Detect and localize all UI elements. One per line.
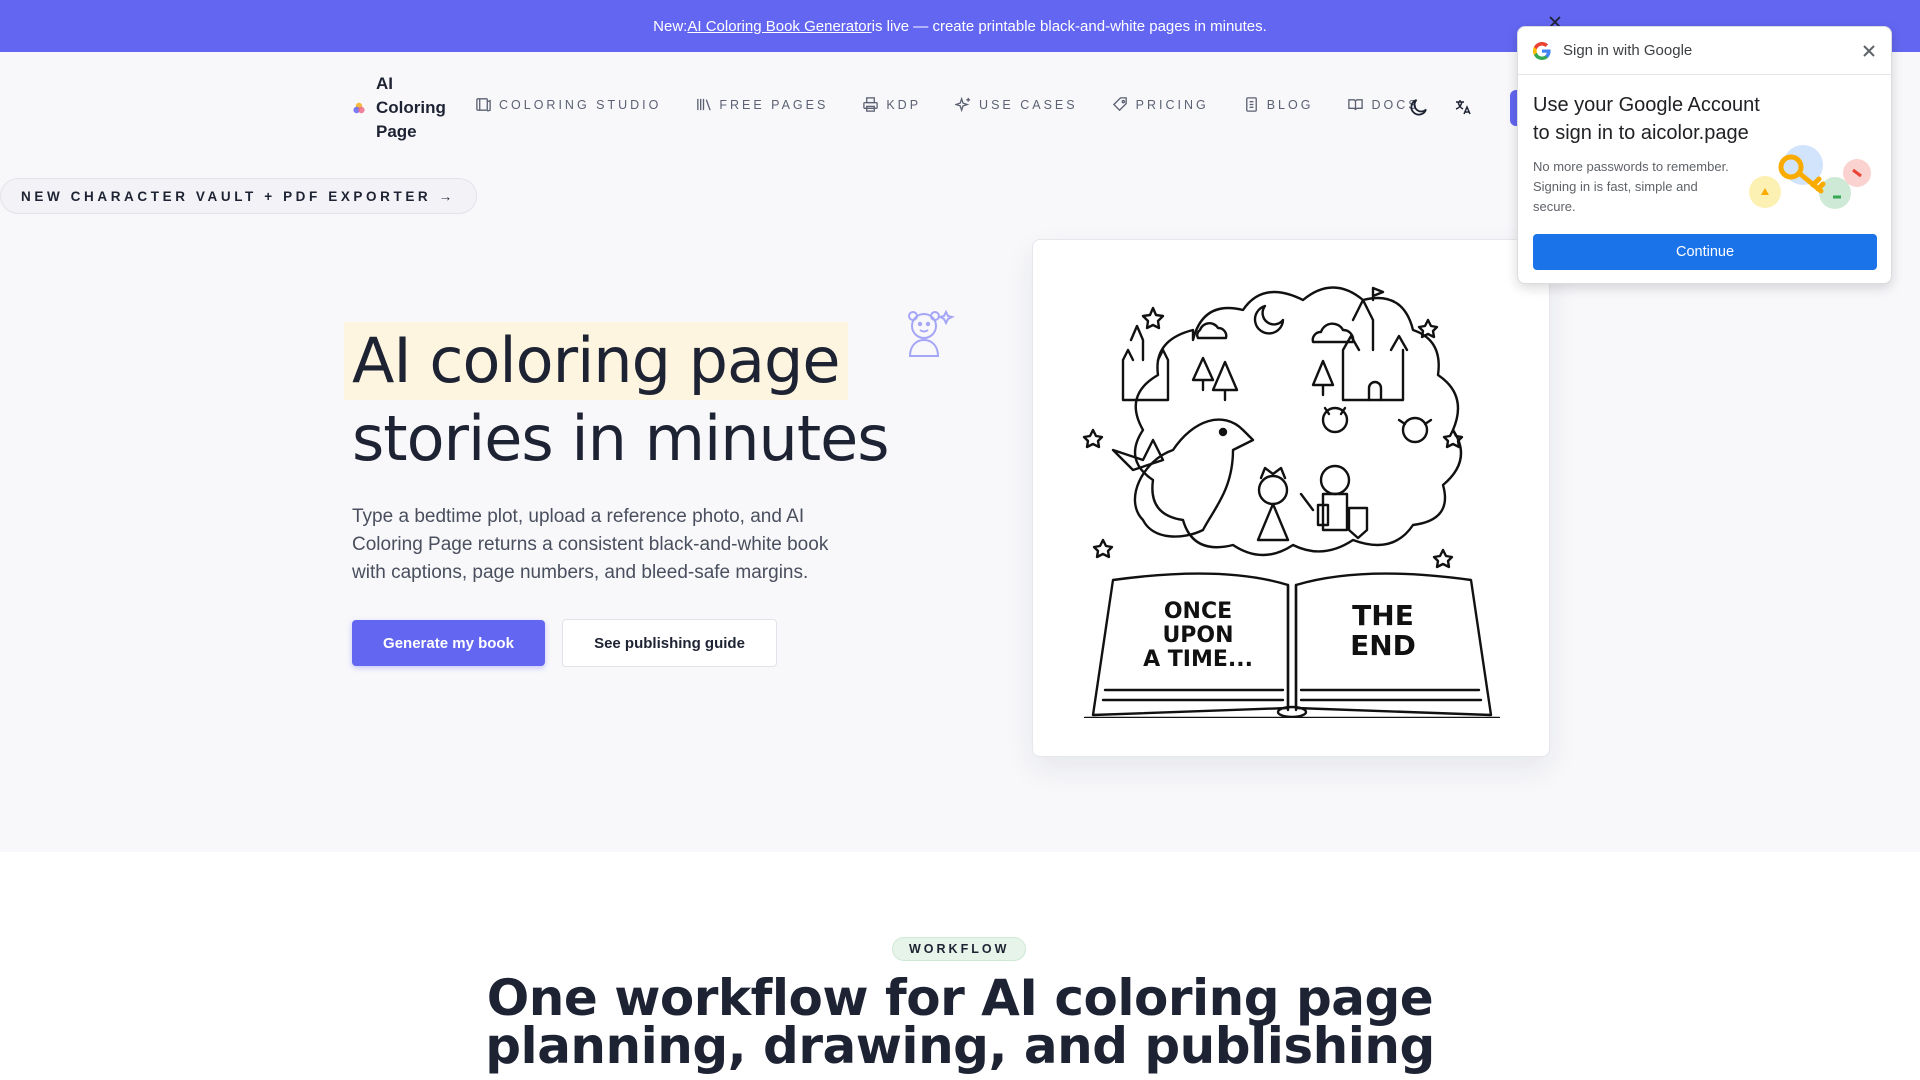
open-book-icon	[1348, 99, 1364, 111]
nav-item-free-pages[interactable]: Free Pages	[695, 96, 828, 113]
nav-item-label: Use Cases	[979, 97, 1078, 112]
mascot-doodle-icon	[908, 309, 955, 357]
key-illustration-icon	[1749, 145, 1871, 209]
nav-item-label: Coloring Studio	[499, 97, 662, 112]
nav-item-coloring-studio[interactable]: Coloring Studio	[475, 96, 661, 113]
storybook-illustration: ONCE UPON A TIME... THE END	[1082, 286, 1501, 718]
nav-item-label: Free Pages	[719, 97, 829, 112]
nav-item-use-cases[interactable]: Use Cases	[955, 96, 1078, 113]
workflow-badge: WORKFLOW	[892, 937, 1027, 961]
library-icon	[697, 98, 712, 111]
announcement-prefix: New:	[653, 17, 688, 35]
google-popup-header: Sign in with Google	[1518, 27, 1891, 75]
language-button[interactable]	[1450, 94, 1476, 120]
translate-icon	[1455, 100, 1471, 115]
brand-logo-link[interactable]: AI Coloring Page	[352, 72, 456, 144]
brand-name: AI Coloring Page	[376, 74, 446, 141]
nav-item-label: Blog	[1266, 97, 1314, 112]
printer-icon	[863, 97, 879, 112]
workflow-title: One workflow for AI coloring page planni…	[0, 973, 1920, 1071]
nav-item-blog[interactable]: Blog	[1243, 96, 1314, 113]
announcement-suffix: is live — create printable black-and-whi…	[871, 17, 1267, 35]
left-page-text-line-1: ONCE	[1164, 599, 1232, 624]
hero-subtitle: Type a bedtime plot, upload a reference …	[352, 506, 829, 583]
left-page-text-line-3: A TIME...	[1143, 647, 1253, 672]
document-icon	[1245, 97, 1257, 112]
theme-toggle-button[interactable]	[1406, 94, 1432, 120]
google-continue-button[interactable]: Continue	[1533, 234, 1877, 270]
hero-title-highlight: AI coloring page	[344, 322, 848, 400]
workflow-title-line-2: planning, drawing, and publishing	[485, 1017, 1435, 1075]
new-feature-pill[interactable]: NEW CHARACTER VAULT + PDF EXPORTER →	[0, 178, 477, 214]
google-g-icon	[1533, 41, 1551, 60]
sparkles-icon	[955, 96, 971, 113]
left-page-text-line-2: UPON	[1162, 623, 1233, 648]
close-icon[interactable]	[1859, 41, 1879, 61]
nav-menu: Coloring Studio Free Pages KDP Use Cases…	[475, 96, 1454, 113]
publishing-guide-button[interactable]: See publishing guide	[562, 619, 777, 667]
hero-title: AI coloring page stories in minutes	[344, 322, 890, 478]
google-popup-description: No more passwords to remember. Signing i…	[1533, 159, 1729, 214]
google-popup-header-text: Sign in with Google	[1563, 42, 1693, 59]
google-popup-title: Use your Google Account to sign in to ai…	[1533, 94, 1760, 144]
announcement-link[interactable]: AI Coloring Book Generator	[687, 18, 871, 35]
nav-item-pricing[interactable]: Pricing	[1112, 96, 1209, 113]
book-open-icon	[476, 98, 491, 112]
generate-book-button[interactable]: Generate my book	[352, 620, 545, 666]
hero-title-rest: stories in minutes	[352, 402, 890, 475]
right-page-text-line-1: THE	[1352, 599, 1414, 632]
google-signin-popup: Sign in with Google Use your Google Acco…	[1517, 26, 1892, 284]
hero-illustration-card: ONCE UPON A TIME... THE END	[1032, 239, 1550, 757]
tag-icon	[1112, 97, 1127, 112]
nav-item-label: KDP	[886, 97, 922, 112]
moon-icon	[1410, 99, 1427, 116]
nav-item-kdp[interactable]: KDP	[862, 96, 921, 113]
logo-icon	[353, 102, 365, 114]
nav-item-label: Pricing	[1135, 97, 1209, 112]
right-page-text-line-2: END	[1350, 629, 1416, 662]
